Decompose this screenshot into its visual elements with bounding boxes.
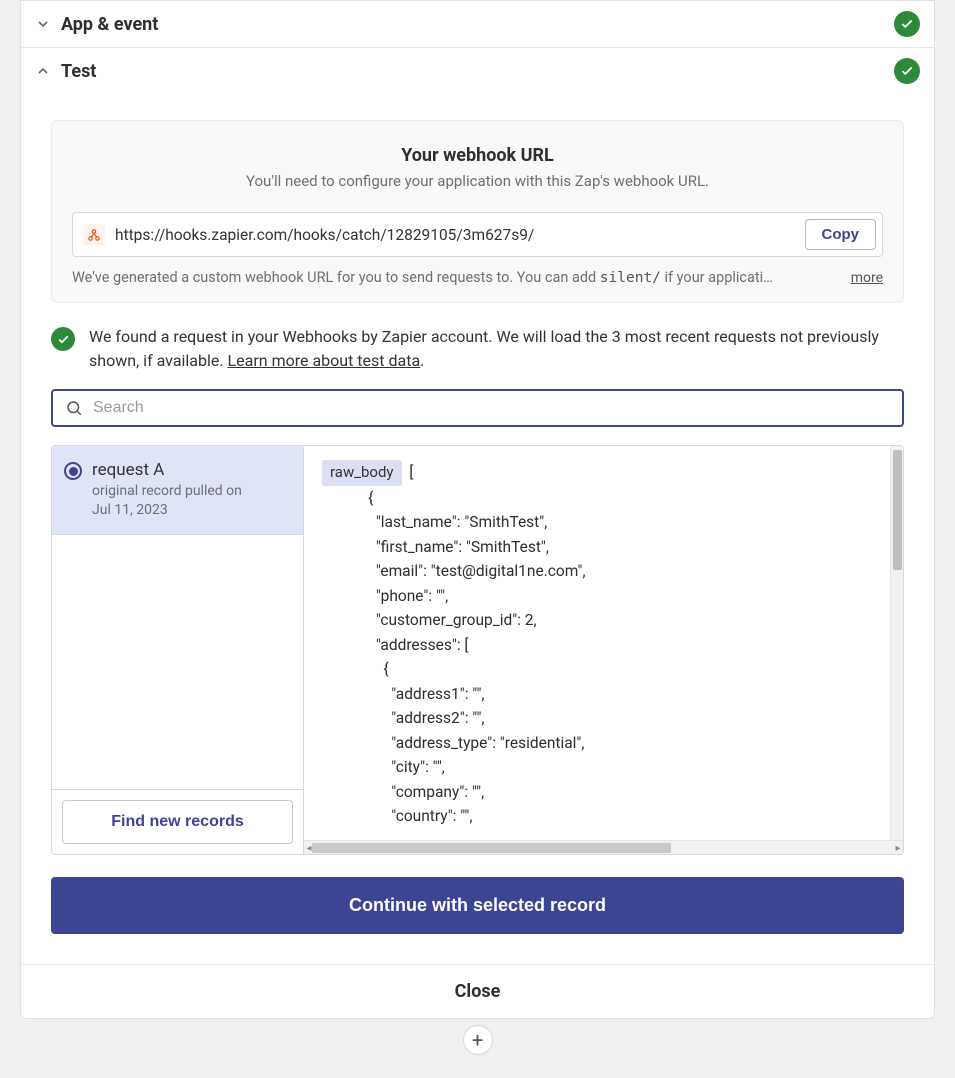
found-prefix: We found a request in your Webhooks by Z… [89,327,879,370]
close-button[interactable]: Close [21,964,934,1018]
section-app-event[interactable]: App & event [21,1,934,48]
records-box: request A original record pulled on Jul … [51,445,904,855]
status-complete-icon [894,58,920,84]
section-title: App & event [61,14,894,35]
editor-panel: App & event Test Your webhook URL You'll… [20,0,935,1019]
horizontal-scrollbar[interactable]: ◂ ▸ [304,840,903,854]
found-request-row: We found a request in your Webhooks by Z… [51,325,904,373]
radio-selected-icon[interactable] [64,462,82,480]
record-subtitle: original record pulled on Jul 11, 2023 [92,482,242,520]
success-icon [51,327,75,351]
search-icon [65,399,83,417]
more-link[interactable]: more [851,270,883,286]
find-new-records-button[interactable]: Find new records [62,800,293,844]
records-list: request A original record pulled on Jul … [52,446,304,854]
continue-button[interactable]: Continue with selected record [51,877,904,934]
scroll-right-icon[interactable]: ▸ [891,841,903,854]
chevron-up-icon [35,63,51,79]
webhook-subtitle: You'll need to configure your applicatio… [72,172,883,190]
record-content[interactable]: raw_body [ { "last_name": "SmithTest", "… [304,446,903,840]
copy-button[interactable]: Copy [805,219,877,250]
webhook-url-row: https://hooks.zapier.com/hooks/catch/128… [72,212,883,257]
record-detail: raw_body [ { "last_name": "SmithTest", "… [304,446,903,854]
section-test[interactable]: Test [21,48,934,94]
generated-prefix: We've generated a custom webhook URL for… [72,269,600,286]
vertical-scrollbar[interactable] [890,446,903,840]
generated-suffix: if your applicati… [661,269,773,286]
webhook-generated-note: We've generated a custom webhook URL for… [72,269,883,286]
webhook-icon [83,224,105,246]
learn-more-link[interactable]: Learn more about test data [228,351,421,370]
found-text: We found a request in your Webhooks by Z… [89,325,904,373]
search-input[interactable] [93,399,890,417]
chevron-down-icon [35,16,51,32]
add-step-button[interactable]: + [463,1025,493,1055]
found-period: . [420,351,424,370]
raw-body-json: [ { "last_name": "SmithTest", "first_nam… [322,463,586,825]
record-title: request A [92,460,242,480]
section-title: Test [61,61,894,82]
record-item[interactable]: request A original record pulled on Jul … [52,446,303,535]
webhook-title: Your webhook URL [72,145,883,166]
webhook-url[interactable]: https://hooks.zapier.com/hooks/catch/128… [115,226,795,244]
search-field[interactable] [51,389,904,427]
status-complete-icon [894,11,920,37]
test-body: Your webhook URL You'll need to configur… [21,120,934,964]
webhook-card: Your webhook URL You'll need to configur… [51,120,904,303]
body-tag: raw_body [322,460,402,486]
generated-code: silent/ [600,270,661,286]
